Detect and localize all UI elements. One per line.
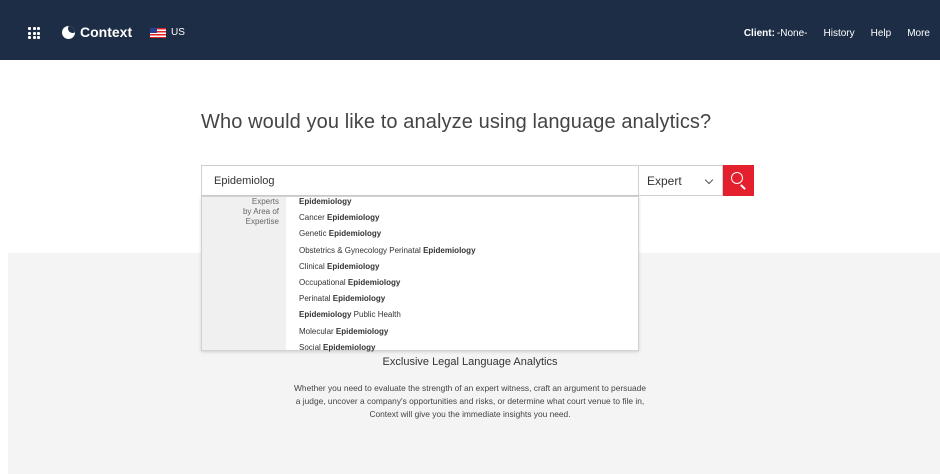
app-grid-icon[interactable] <box>28 27 40 39</box>
search-input-value: Epidemiolog <box>214 174 275 187</box>
suggestion-item[interactable]: Genetic Epidemiology <box>299 226 476 242</box>
suggestion-list: Epidemiology Cancer Epidemiology Genetic… <box>299 194 476 356</box>
suggestion-group-label: Experts by Area of Expertise <box>202 197 286 350</box>
search-button[interactable] <box>723 165 754 196</box>
suggestion-item[interactable]: Clinical Epidemiology <box>299 259 476 275</box>
tagline: Exclusive Legal Language Analytics <box>382 356 558 368</box>
suggestion-item[interactable]: Epidemiology <box>299 194 476 210</box>
us-flag-icon[interactable] <box>150 28 166 38</box>
country-label[interactable]: US <box>171 27 185 38</box>
page-headline: Who would you like to analyze using lang… <box>201 111 712 133</box>
suggestion-item[interactable]: Cancer Epidemiology <box>299 210 476 226</box>
suggestion-item[interactable]: Social Epidemiology <box>299 340 476 356</box>
search-input[interactable]: Epidemiolog <box>201 165 639 196</box>
suggestion-item[interactable]: Occupational Epidemiology <box>299 275 476 291</box>
description-line: a judge, uncover a company's opportuniti… <box>295 396 645 406</box>
suggestion-item[interactable]: Obstetrics & Gynecology Perinatal Epidem… <box>299 243 476 259</box>
nav-history-link[interactable]: History <box>824 28 855 39</box>
nav-more-link[interactable]: More <box>907 28 930 39</box>
context-logo-icon <box>62 25 75 39</box>
brand-name: Context <box>80 24 133 40</box>
chevron-down-icon <box>704 175 714 185</box>
search-icon <box>731 172 743 184</box>
search-type-value: Expert <box>647 173 682 188</box>
suggestion-item[interactable]: Epidemiology Public Health <box>299 307 476 323</box>
description-paragraph: Whether you need to evaluate the strengt… <box>0 382 940 421</box>
client-label[interactable]: Client: <box>744 28 775 39</box>
suggestion-item[interactable]: Molecular Epidemiology <box>299 324 476 340</box>
suggestion-item[interactable]: Perinatal Epidemiology <box>299 291 476 307</box>
description-line: Whether you need to evaluate the strengt… <box>294 383 646 393</box>
context-logo[interactable]: Context <box>62 24 132 40</box>
suggestion-dropdown: Experts by Area of Expertise Epidemiolog… <box>201 196 639 352</box>
top-navigation-bar: Context US Client: -None- History Help M… <box>0 0 940 60</box>
header-nav: Client: -None- History Help More <box>744 28 930 39</box>
search-type-select[interactable]: Expert <box>639 165 723 196</box>
description-line: Context will give you the immediate insi… <box>369 409 571 419</box>
client-value[interactable]: -None- <box>777 28 808 39</box>
nav-help-link[interactable]: Help <box>871 28 892 39</box>
